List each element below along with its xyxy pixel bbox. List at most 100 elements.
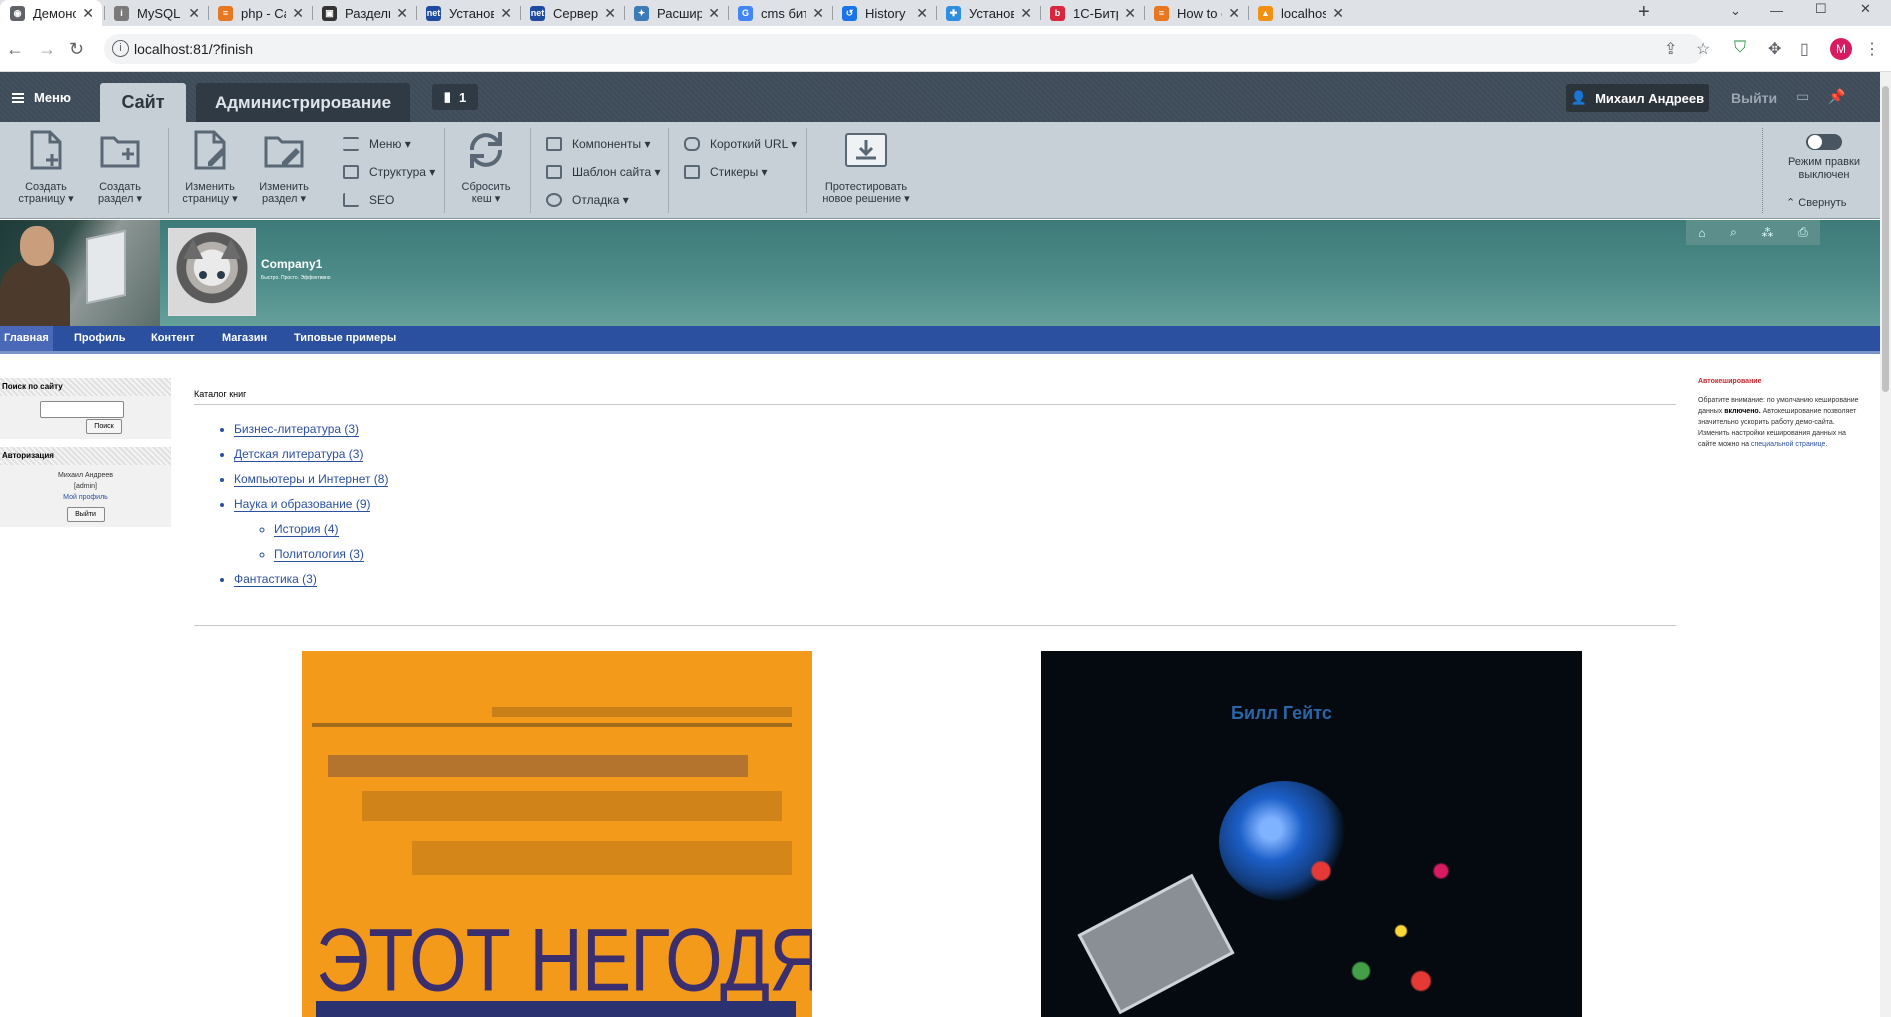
bookmark-star-icon[interactable]: ☆ <box>1696 39 1710 59</box>
browser-tab[interactable]: ≡ How to en ✕ <box>1144 0 1248 26</box>
auth-logout-button[interactable]: Выйти <box>66 507 105 522</box>
browser-tab[interactable]: ✦ Расширен ✕ <box>624 0 728 26</box>
autocache-settings-link[interactable]: специальной странице <box>1751 441 1825 448</box>
browser-tab-strip: ◉ Демонстр ✕ i MySQL вс ✕ ≡ php - Can ✕ ▣ Раздельн… <box>0 0 1891 26</box>
browser-tab[interactable]: ↺ History ✕ <box>832 0 936 26</box>
browser-tab[interactable]: ▲ localhost: ✕ <box>1248 0 1352 26</box>
clear-cache-button[interactable]: Сбросить кеш ▾ <box>458 128 514 205</box>
tab-close-icon[interactable]: ✕ <box>1020 5 1032 22</box>
toolbar-debug-item[interactable]: Отладка ▾ <box>546 186 661 214</box>
notifications-button[interactable]: ▮ 1 <box>432 84 478 110</box>
tab-close-icon[interactable]: ✕ <box>604 5 616 22</box>
browser-tab[interactable]: ▣ Раздельн ✕ <box>312 0 416 26</box>
share-icon[interactable]: ⇪ <box>1664 39 1677 59</box>
browser-tab[interactable]: ≡ php - Can ✕ <box>208 0 312 26</box>
toolbar-short-url-label: Короткий URL ▾ <box>710 137 798 151</box>
tab-administration[interactable]: Администрирование <box>196 83 410 122</box>
tab-close-icon[interactable]: ✕ <box>916 5 928 22</box>
edit-mode-switch[interactable] <box>1806 134 1842 150</box>
pin-icon[interactable]: 📌 <box>1828 88 1845 105</box>
tab-favicon-icon: G <box>738 5 753 21</box>
page-scrollbar[interactable] <box>1880 72 1891 1017</box>
panel-menu-label: Меню <box>34 90 72 105</box>
panel-logout-link[interactable]: Выйти <box>1731 90 1777 106</box>
new-tab-button[interactable]: + <box>1638 0 1650 26</box>
autocache-text-part: . <box>1825 441 1828 448</box>
category-link[interactable]: Наука и образование (9) <box>234 497 371 512</box>
window-icon[interactable]: ▭ <box>1796 88 1809 105</box>
nav-item-content[interactable]: Контент <box>147 326 199 351</box>
forward-icon[interactable]: → <box>38 39 56 60</box>
browser-tab[interactable]: ◉ Демонстр ✕ <box>0 0 102 26</box>
search-icon[interactable]: ⌕ <box>1730 225 1737 240</box>
create-page-button[interactable]: Создать страницу ▾ <box>16 128 76 205</box>
tab-site[interactable]: Сайт <box>100 83 186 122</box>
tab-close-icon[interactable]: ✕ <box>708 5 720 22</box>
book-cover-2[interactable]: Билл Гейтс <box>1041 651 1582 1017</box>
toolbar-short-url-item[interactable]: Короткий URL ▾ <box>684 130 797 158</box>
toolbar-stickers-item[interactable]: Стикеры ▾ <box>684 158 797 186</box>
auth-box-title: Авторизация <box>0 447 171 465</box>
toolbar-template-item[interactable]: Шаблон сайта ▾ <box>546 158 661 186</box>
nav-item-profile[interactable]: Профиль <box>70 326 129 351</box>
category-link[interactable]: Детская литература (3) <box>234 447 364 462</box>
browser-tab[interactable]: net Сервер U ✕ <box>520 0 624 26</box>
toolbar-seo-item[interactable]: SEO <box>343 186 435 214</box>
category-link[interactable]: Фантастика (3) <box>234 572 317 587</box>
edit-section-button[interactable]: Изменить раздел ▾ <box>254 128 314 205</box>
user-button[interactable]: 👤 Михаил Андреев <box>1566 84 1709 112</box>
edit-page-button[interactable]: Изменить страницу ▾ <box>178 128 242 205</box>
category-link[interactable]: Бизнес-литература (3) <box>234 422 360 437</box>
home-icon[interactable]: ⌂ <box>1698 226 1705 240</box>
scrollbar-thumb[interactable] <box>1882 86 1889 392</box>
search-button[interactable]: Поиск <box>86 419 122 434</box>
edit-mode-toggle[interactable]: Режим правки выключен <box>1774 134 1874 182</box>
tab-close-icon[interactable]: ✕ <box>500 5 512 22</box>
company-name[interactable]: Company1 <box>261 257 322 271</box>
sitemap-icon[interactable]: ⁂ <box>1761 226 1773 240</box>
reload-icon[interactable]: ↻ <box>69 39 84 60</box>
browser-tab[interactable]: ✚ Установка ✕ <box>936 0 1040 26</box>
collapse-panel-link[interactable]: ⌃ Свернуть <box>1786 196 1847 209</box>
subcategory-link[interactable]: История (4) <box>274 522 339 537</box>
tab-title: Раздельн <box>345 5 390 21</box>
subcategory-link[interactable]: Политология (3) <box>274 547 364 562</box>
tab-close-icon[interactable]: ✕ <box>292 5 304 22</box>
my-profile-link[interactable]: Мой профиль <box>0 492 171 503</box>
url-text[interactable]: localhost:81/?finish <box>134 41 253 57</box>
extensions-puzzle-icon[interactable]: ✥ <box>1768 39 1781 59</box>
browser-tab[interactable]: b 1С-Битри ✕ <box>1040 0 1144 26</box>
more-menu-icon[interactable]: ⋮ <box>1864 39 1880 59</box>
back-icon[interactable]: ← <box>6 39 24 60</box>
site-info-icon[interactable]: i <box>112 40 129 57</box>
shield-extension-icon[interactable]: ⛉ <box>1734 39 1746 57</box>
side-panel-icon[interactable]: ▯ <box>1800 39 1809 59</box>
tab-close-icon[interactable]: ✕ <box>812 5 824 22</box>
print-icon[interactable]: ⎙ <box>1798 225 1808 240</box>
category-link[interactable]: Компьютеры и Интернет (8) <box>234 472 389 487</box>
tab-close-icon[interactable]: ✕ <box>1124 5 1136 22</box>
browser-tab[interactable]: net Установка ✕ <box>416 0 520 26</box>
book-cover-1[interactable]: ЭТОТ НЕГОДЯЙ <box>302 651 812 1017</box>
site-logo-kitten[interactable] <box>168 228 256 316</box>
profile-avatar[interactable]: M <box>1830 38 1852 60</box>
search-input[interactable] <box>40 401 124 418</box>
nav-item-home[interactable]: Главная <box>0 326 53 351</box>
test-solution-button[interactable]: Протестировать новое решение ▾ <box>820 128 912 205</box>
tab-close-icon[interactable]: ✕ <box>82 5 94 22</box>
toolbar-structure-item[interactable]: Структура ▾ <box>343 158 435 186</box>
browser-tab[interactable]: i MySQL вс ✕ <box>104 0 208 26</box>
panel-menu-button[interactable]: Меню <box>12 90 71 105</box>
nav-item-shop[interactable]: Магазин <box>218 326 271 351</box>
omnibox[interactable]: i localhost:81/?finish <box>104 34 1704 64</box>
toolbar-divider <box>668 128 669 213</box>
toolbar-menu-item[interactable]: Меню ▾ <box>343 130 435 158</box>
create-section-button[interactable]: Создать раздел ▾ <box>92 128 148 205</box>
tab-close-icon[interactable]: ✕ <box>1228 5 1240 22</box>
nav-item-examples[interactable]: Типовые примеры <box>290 326 400 351</box>
tab-close-icon[interactable]: ✕ <box>1332 5 1344 22</box>
tab-close-icon[interactable]: ✕ <box>188 5 200 22</box>
toolbar-components-item[interactable]: Компоненты ▾ <box>546 130 661 158</box>
tab-close-icon[interactable]: ✕ <box>396 5 408 22</box>
browser-tab[interactable]: Gcms битри ✕ <box>728 0 832 26</box>
